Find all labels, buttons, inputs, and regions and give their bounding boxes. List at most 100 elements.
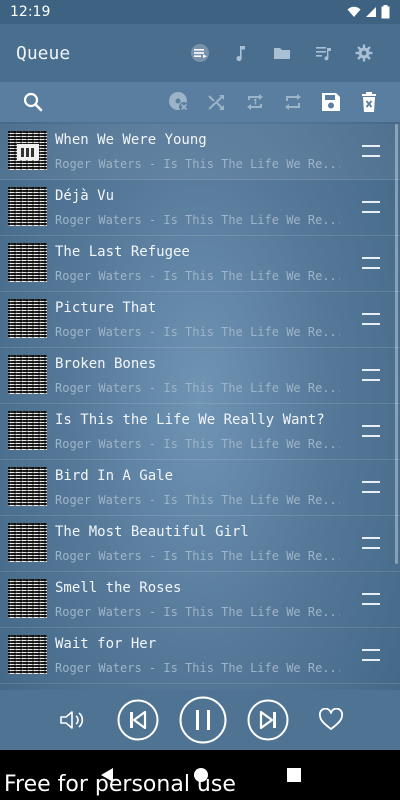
track-subtitle: Roger Waters - Is This The Life We Re... <box>55 661 340 675</box>
title-bar: Queue <box>0 24 400 82</box>
album-art <box>8 579 47 618</box>
track-title: Déjà Vu <box>55 188 115 204</box>
track-title: Picture That <box>55 300 157 316</box>
repeat-one-icon <box>247 94 263 110</box>
status-time: 12:19 <box>10 4 51 20</box>
music-note-icon <box>235 46 245 62</box>
clear-disc-icon <box>169 92 189 112</box>
shuffle-button[interactable] <box>198 83 236 121</box>
scrollbar[interactable] <box>395 124 398 564</box>
track-subtitle: Roger Waters - Is This The Life We Re... <box>55 605 340 619</box>
track-subtitle: Roger Waters - Is This The Life We Re... <box>55 269 340 283</box>
track-title: The Most Beautiful Girl <box>55 524 249 540</box>
page-title: Queue <box>16 42 71 64</box>
drag-handle-icon[interactable] <box>362 649 380 661</box>
signal-icon <box>366 7 376 17</box>
delete-icon <box>362 92 376 112</box>
search-icon <box>23 92 43 112</box>
favorite-button[interactable] <box>309 698 353 742</box>
queue-icon <box>190 44 209 62</box>
search-button[interactable] <box>14 83 52 121</box>
track-title: Bird In A Gale <box>55 468 174 484</box>
album-art <box>8 243 47 282</box>
queue-row[interactable]: Smell the Roses Roger Waters - Is This T… <box>0 572 400 628</box>
queue-row[interactable]: Broken Bones Roger Waters - Is This The … <box>0 348 400 404</box>
album-art <box>8 467 47 506</box>
album-art <box>8 299 47 338</box>
wifi-icon <box>347 6 361 17</box>
queue-row[interactable]: Déjà Vu Roger Waters - Is This The Life … <box>0 180 400 236</box>
track-subtitle: Roger Waters - Is This The Life We Re... <box>55 381 340 395</box>
save-button[interactable] <box>312 83 350 121</box>
heart-icon <box>319 708 343 730</box>
track-subtitle: Roger Waters - Is This The Life We Re... <box>55 157 340 171</box>
gear-icon <box>355 44 372 62</box>
queue-row[interactable]: Bird In A Gale Roger Waters - Is This Th… <box>0 460 400 516</box>
drag-handle-icon[interactable] <box>362 201 380 213</box>
queue-row[interactable]: The Most Beautiful Girl Roger Waters - I… <box>0 516 400 572</box>
tab-songs[interactable] <box>220 33 261 73</box>
queue-toolbar <box>0 82 400 122</box>
queue-row[interactable]: When We Were Young Roger Waters - Is Thi… <box>0 124 400 180</box>
next-icon <box>247 699 289 741</box>
queue-row[interactable]: Wait for Her Roger Waters - Is This The … <box>0 628 400 684</box>
tab-folders[interactable] <box>261 33 302 73</box>
drag-handle-icon[interactable] <box>362 369 380 381</box>
queue-list: When We Were Young Roger Waters - Is Thi… <box>0 124 400 690</box>
album-art <box>8 523 47 562</box>
drag-handle-icon[interactable] <box>362 481 380 493</box>
tab-playlists[interactable] <box>302 33 343 73</box>
album-art <box>8 131 47 170</box>
header-tabs <box>179 33 384 73</box>
track-subtitle: Roger Waters - Is This The Life We Re... <box>55 549 340 563</box>
watermark: Free for personal use <box>4 772 236 797</box>
shuffle-icon <box>208 95 224 110</box>
drag-handle-icon[interactable] <box>362 593 380 605</box>
track-title: The Last Refugee <box>55 244 190 260</box>
folder-icon <box>273 48 290 59</box>
track-subtitle: Roger Waters - Is This The Life We Re... <box>55 437 340 451</box>
clear-queue-button[interactable] <box>350 83 388 121</box>
pause-button[interactable] <box>177 694 229 746</box>
album-art <box>8 411 47 450</box>
save-icon <box>322 93 340 111</box>
now-playing-icon <box>17 144 39 160</box>
status-icons <box>347 5 390 19</box>
queue-row[interactable]: The Last Refugee Roger Waters - Is This … <box>0 236 400 292</box>
app-screen: 12:19 Queue When We Were Young Roger Wat… <box>0 0 400 800</box>
repeat-button[interactable] <box>274 83 312 121</box>
track-subtitle: Roger Waters - Is This The Life We Re... <box>55 213 340 227</box>
drag-handle-icon[interactable] <box>362 145 380 157</box>
track-title: Is This the Life We Really Want? <box>55 412 325 428</box>
queue-row[interactable]: Picture That Roger Waters - Is This The … <box>0 292 400 348</box>
queue-row[interactable]: Is This the Life We Really Want? Roger W… <box>0 404 400 460</box>
drag-handle-icon[interactable] <box>362 313 380 325</box>
track-title: Wait for Her <box>55 636 157 652</box>
track-title: When We Were Young <box>55 132 207 148</box>
clear-disc-button[interactable] <box>160 83 198 121</box>
playlist-icon <box>315 47 331 61</box>
drag-handle-icon[interactable] <box>362 425 380 437</box>
repeat-one-button[interactable] <box>236 83 274 121</box>
next-button[interactable] <box>243 695 293 745</box>
repeat-icon <box>285 94 301 110</box>
previous-icon <box>117 699 159 741</box>
tab-settings[interactable] <box>343 33 384 73</box>
drag-handle-icon[interactable] <box>362 537 380 549</box>
previous-button[interactable] <box>113 695 163 745</box>
track-subtitle: Roger Waters - Is This The Life We Re... <box>55 325 340 339</box>
album-art <box>8 355 47 394</box>
volume-button[interactable] <box>47 695 97 745</box>
album-art <box>8 635 47 674</box>
status-bar: 12:19 <box>0 0 400 24</box>
pause-icon <box>179 696 227 744</box>
drag-handle-icon[interactable] <box>362 257 380 269</box>
recents-icon[interactable] <box>287 768 301 782</box>
track-subtitle: Roger Waters - Is This The Life We Re... <box>55 493 340 507</box>
album-art <box>8 187 47 226</box>
track-title: Smell the Roses <box>55 580 182 596</box>
battery-icon <box>381 5 390 19</box>
player-controls <box>0 690 400 750</box>
tab-queue[interactable] <box>179 33 220 73</box>
volume-icon <box>60 711 84 729</box>
